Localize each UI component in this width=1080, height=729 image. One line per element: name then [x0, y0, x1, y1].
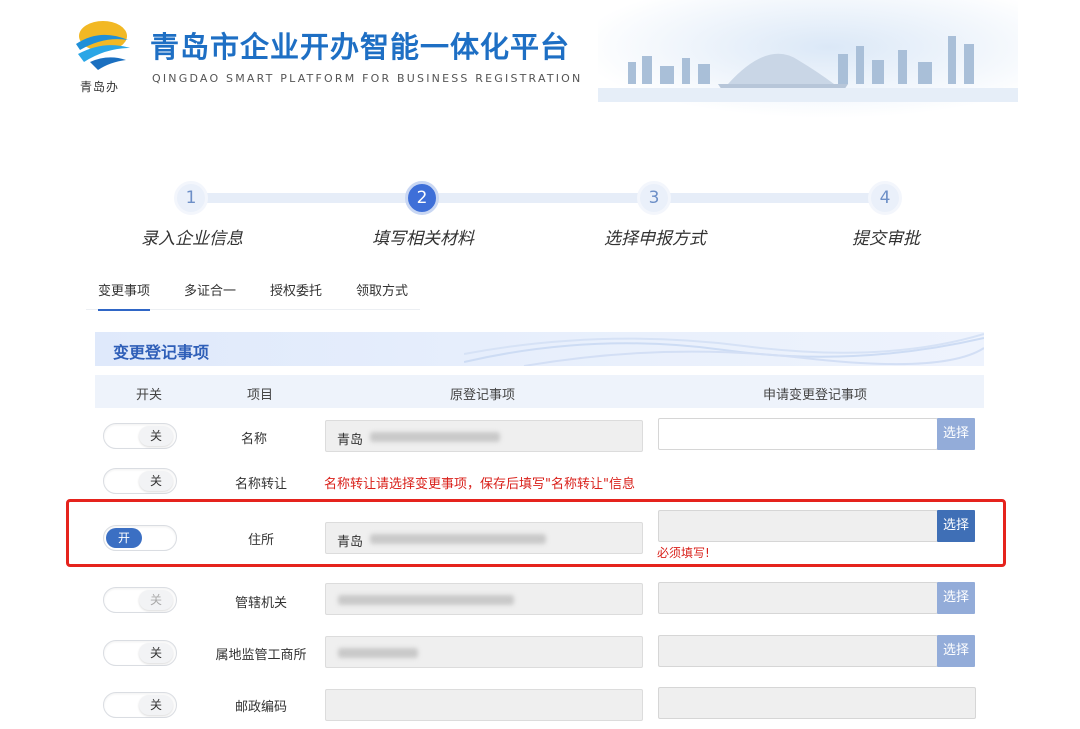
- toggle-address-knob: 开: [106, 528, 142, 548]
- select-name-button[interactable]: 选择: [937, 418, 975, 450]
- section-header: 变更登记事项: [95, 332, 984, 366]
- site-subtitle: QINGDAO SMART PLATFORM FOR BUSINESS REGI…: [152, 72, 583, 85]
- toggle-local-office[interactable]: 关: [103, 640, 177, 666]
- new-jurisdiction-input[interactable]: [658, 582, 938, 614]
- step-4-circle: 4: [868, 181, 902, 215]
- table-header: 开关 项目 原登记事项 申请变更登记事项: [95, 375, 984, 408]
- new-name-input[interactable]: [658, 418, 938, 450]
- step-2-label: 填写相关材料: [372, 229, 474, 249]
- row-label-postal-code: 邮政编码: [234, 700, 287, 715]
- toggle-local-office-knob: 关: [139, 643, 173, 663]
- material-tabs: 变更事项 多证合一 授权委托 领取方式: [86, 276, 420, 311]
- row-label-name: 名称: [240, 432, 267, 447]
- step-2-circle: 2: [405, 181, 439, 215]
- select-address-button[interactable]: 选择: [937, 510, 975, 542]
- col-item: 项目: [247, 388, 274, 403]
- toggle-name-transfer-knob: 关: [139, 471, 173, 491]
- row-label-name-transfer: 名称转让: [234, 477, 287, 492]
- city-skyline-image: [598, 0, 1018, 118]
- original-address-field: 青岛: [325, 522, 643, 554]
- site-header: 青岛办 青岛市企业开办智能一体化平台 QINGDAO SMART PLATFOR…: [0, 0, 1080, 120]
- original-local-office-field: [325, 636, 643, 668]
- step-3-circle: 3: [637, 181, 671, 215]
- redacted-text: [338, 595, 514, 605]
- toggle-name-knob: 关: [139, 426, 173, 446]
- tab-authorization[interactable]: 授权委托: [270, 280, 322, 299]
- logo-caption: 青岛办: [80, 80, 120, 94]
- col-requested: 申请变更登记事项: [763, 388, 868, 403]
- step-progress-track: [191, 193, 886, 203]
- toggle-postal-code-knob: 关: [139, 695, 173, 715]
- select-jurisdiction-button[interactable]: 选择: [937, 582, 975, 614]
- toggle-address[interactable]: 开: [103, 525, 177, 551]
- step-4-label: 提交审批: [852, 229, 920, 249]
- toggle-postal-code[interactable]: 关: [103, 692, 177, 718]
- original-name-field: 青岛: [325, 420, 643, 452]
- address-required-message: 必须填写!: [657, 546, 710, 560]
- section-wave-decoration: [464, 333, 984, 366]
- original-name-prefix: 青岛: [337, 433, 364, 448]
- step-1-circle: 1: [174, 181, 208, 215]
- new-address-input[interactable]: [658, 510, 938, 542]
- step-1-label: 录入企业信息: [141, 229, 243, 249]
- row-label-address: 住所: [247, 533, 274, 548]
- section-title: 变更登记事项: [113, 343, 210, 362]
- select-local-office-button[interactable]: 选择: [937, 635, 975, 667]
- col-original: 原登记事项: [450, 388, 516, 403]
- row-label-jurisdiction: 管辖机关: [234, 596, 287, 611]
- toggle-jurisdiction[interactable]: 关: [103, 587, 177, 613]
- tab-pickup-method[interactable]: 领取方式: [356, 280, 408, 299]
- col-switch: 开关: [136, 388, 163, 403]
- new-local-office-input[interactable]: [658, 635, 938, 667]
- new-postal-code-input[interactable]: [658, 687, 976, 719]
- tab-change-items[interactable]: 变更事项: [98, 280, 151, 311]
- tab-multi-cert[interactable]: 多证合一: [184, 280, 236, 299]
- original-postal-code-field: [325, 689, 643, 721]
- original-jurisdiction-field: [325, 583, 643, 615]
- step-3-label: 选择申报方式: [604, 229, 706, 249]
- redacted-text: [370, 534, 546, 544]
- site-title: 青岛市企业开办智能一体化平台: [150, 30, 571, 64]
- toggle-name-transfer[interactable]: 关: [103, 468, 177, 494]
- original-address-prefix: 青岛: [337, 535, 364, 550]
- row-label-local-office: 属地监管工商所: [215, 648, 307, 663]
- toggle-name[interactable]: 关: [103, 423, 177, 449]
- toggle-jurisdiction-knob: 关: [139, 590, 173, 610]
- redacted-text: [338, 648, 418, 658]
- name-transfer-notice: 名称转让请选择变更事项，保存后填写"名称转让"信息: [324, 477, 635, 492]
- redacted-text: [370, 432, 500, 442]
